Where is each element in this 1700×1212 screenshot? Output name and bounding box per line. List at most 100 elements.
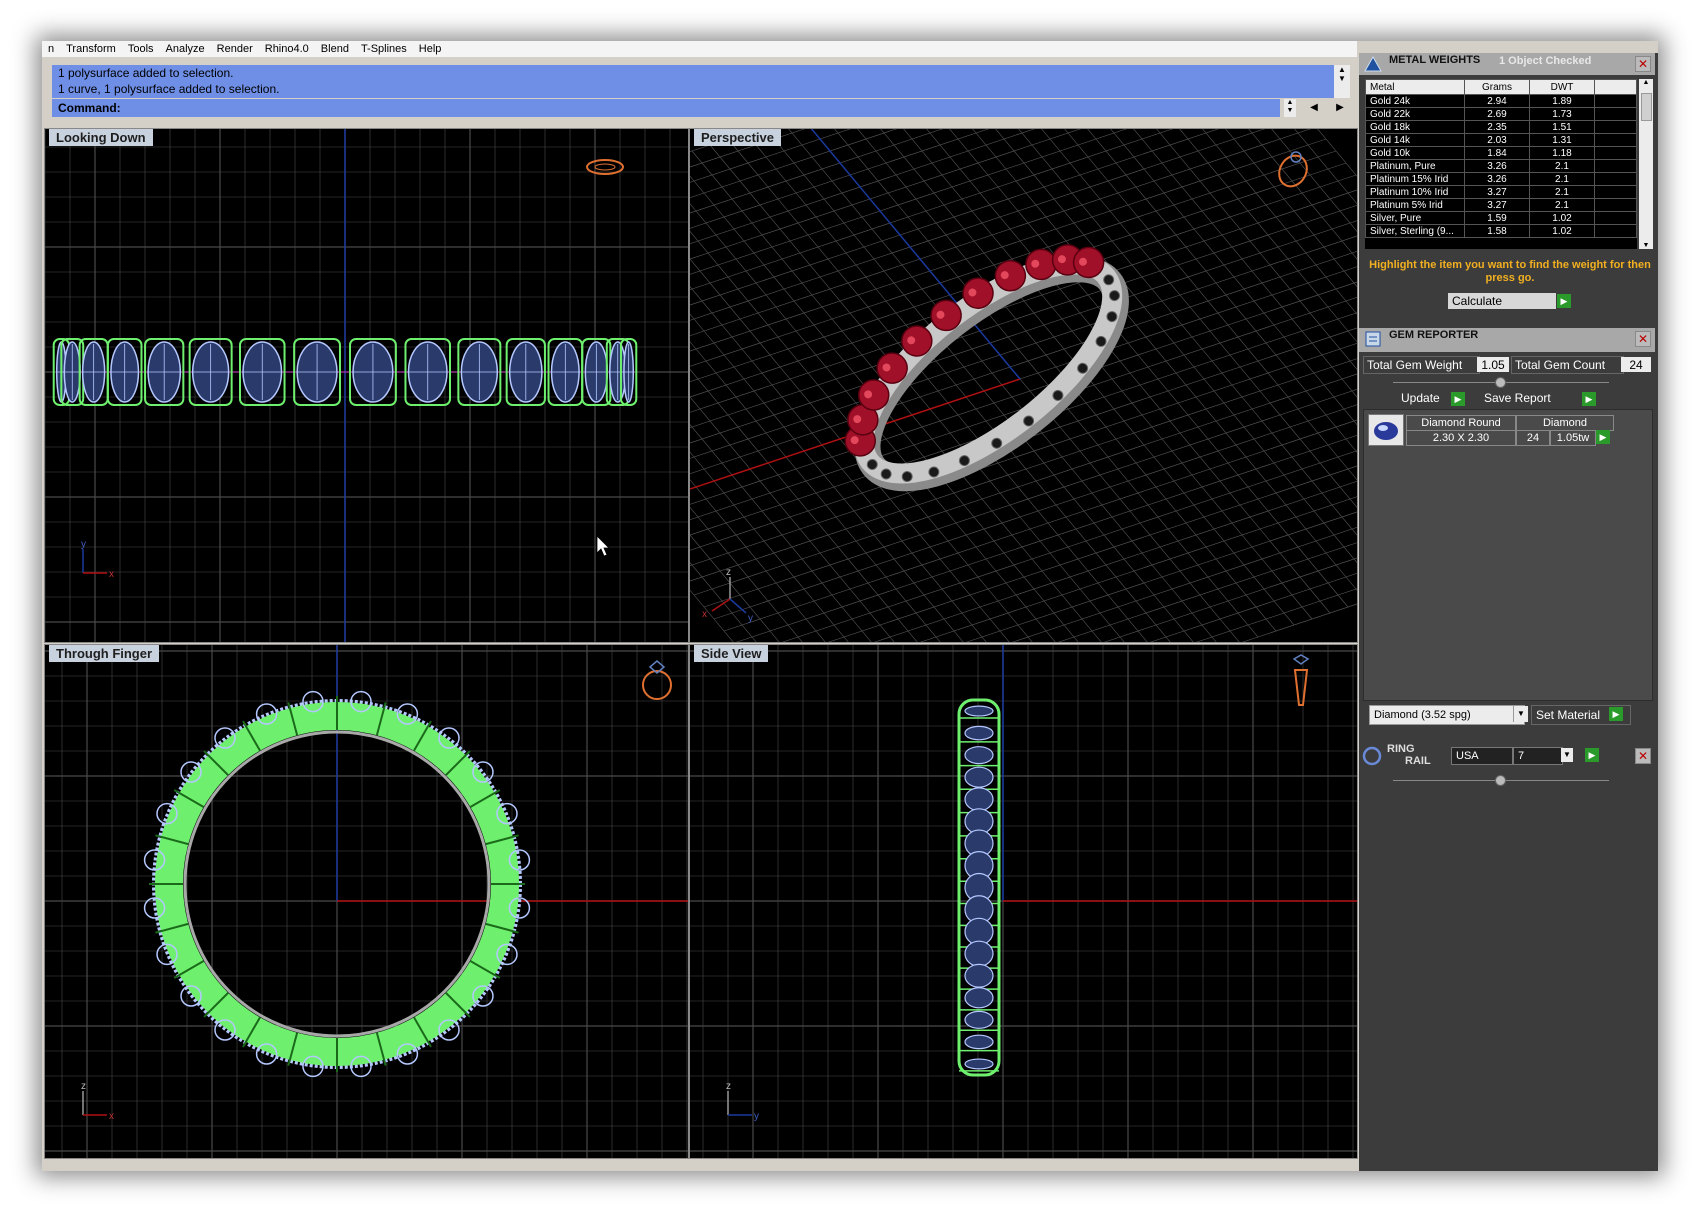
grid-line [703, 389, 1357, 608]
viewport-side-view[interactable]: z y Side View [689, 644, 1358, 1159]
cell-grams: 2.03 [1464, 133, 1530, 147]
metal-table-scrollbar[interactable]: ▲ ▼ [1639, 79, 1653, 249]
save-report-button-label[interactable]: Save Report [1484, 391, 1551, 405]
menu-item-blend[interactable]: Blend [315, 43, 355, 55]
calculate-go-button[interactable]: ▶ [1557, 294, 1571, 308]
cell-metal: Platinum 10% Irid [1365, 185, 1465, 199]
previous-command-icon[interactable]: ◀ [1304, 99, 1324, 117]
cell-blank [1594, 120, 1637, 134]
close-icon[interactable]: ✕ [1635, 56, 1651, 72]
grid-line [690, 589, 734, 642]
grid-line [1087, 129, 1357, 453]
menu-item-analyze[interactable]: Analyze [160, 43, 211, 55]
viewport-looking-down[interactable]: y x Looking Down [44, 128, 689, 643]
grid-line [713, 404, 1357, 620]
table-row[interactable]: Platinum 5% Irid 3.27 2.1 [1365, 198, 1637, 212]
chevron-down-icon[interactable]: ▼ [1513, 706, 1528, 722]
menu-item-help[interactable]: Help [413, 43, 448, 55]
splitter-handle-icon[interactable] [1495, 775, 1506, 786]
command-label: Command: [58, 101, 121, 115]
cell-blank [1594, 133, 1637, 147]
close-icon[interactable]: ✕ [1635, 331, 1651, 347]
cell-dwt: 1.73 [1529, 107, 1595, 121]
scroll-up-icon[interactable]: ▲ [1639, 79, 1653, 86]
gem-stone [964, 787, 994, 812]
menu-item-tsplines[interactable]: T-Splines [355, 43, 413, 55]
table-row[interactable]: Gold 18k 2.35 1.51 [1365, 120, 1637, 134]
set-material-go-button[interactable]: ▶ [1609, 707, 1623, 721]
cell-dwt: 1.18 [1529, 146, 1595, 160]
chevron-down-icon[interactable]: ▼ [1561, 748, 1573, 762]
metal-weights-hint: Highlight the item you want to find the … [1369, 259, 1651, 284]
cell-grams: 3.26 [1464, 172, 1530, 186]
scroll-thumb[interactable] [1641, 93, 1652, 121]
viewport-through-finger[interactable]: z x Through Finger [44, 644, 689, 1159]
cell-metal: Platinum 15% Irid [1365, 172, 1465, 186]
axis-label-x: x [109, 569, 114, 580]
menu-item-tools[interactable]: Tools [122, 43, 160, 55]
scale-icon [1364, 55, 1382, 72]
gem-list-item[interactable]: Diamond Round Diamond 2.30 X 2.30 24 1.0… [1368, 414, 1628, 446]
history-scrollbar[interactable]: ▲ ▼ [1334, 65, 1350, 98]
grid-line [949, 129, 1349, 608]
objects-checked-status: 1 Object Checked [1499, 55, 1592, 67]
gem-stone [964, 987, 994, 1009]
close-icon[interactable]: ✕ [1635, 748, 1651, 764]
command-prompt[interactable]: Command: [52, 99, 1280, 117]
next-command-icon[interactable]: ▶ [1330, 99, 1350, 117]
cell-grams: 2.94 [1464, 94, 1530, 108]
cell-blank [1594, 211, 1637, 225]
grid-line [690, 358, 1357, 582]
viewport-perspective[interactable]: z x y Perspective [689, 128, 1358, 643]
material-select[interactable]: Diamond (3.52 spg) [1369, 705, 1525, 725]
command-spinner[interactable]: ▲ ▼ [1284, 99, 1296, 117]
menu-item-transform[interactable]: Transform [60, 43, 122, 55]
splitter-handle-icon[interactable] [1495, 377, 1506, 388]
update-go-button[interactable]: ▶ [1451, 392, 1465, 406]
menu-item-rhino[interactable]: Rhino4.0 [259, 43, 315, 55]
table-row[interactable]: Gold 22k 2.69 1.73 [1365, 107, 1637, 121]
ring-size-value[interactable]: 7 [1513, 747, 1563, 765]
table-row[interactable]: Platinum 15% Irid 3.26 2.1 [1365, 172, 1637, 186]
menu-item-render[interactable]: Render [211, 43, 259, 55]
gem-quantity: 24 [1516, 430, 1550, 446]
cell-grams: 1.58 [1464, 224, 1530, 238]
viewport-title[interactable]: Looking Down [49, 129, 153, 146]
viewport-title[interactable]: Perspective [694, 129, 781, 146]
column-header-dwt[interactable]: DWT [1529, 79, 1595, 95]
axis-gnomon: z y [726, 1081, 759, 1122]
plugin-side-panel: METAL WEIGHTS 1 Object Checked ✕ Metal G… [1359, 53, 1658, 1171]
cell-dwt: 2.1 [1529, 172, 1595, 186]
menu-item-partial[interactable]: n [42, 43, 60, 55]
axis-label-x: x [109, 1111, 114, 1122]
calculate-field[interactable]: Calculate [1448, 293, 1556, 309]
table-row[interactable]: Platinum, Pure 3.26 2.1 [1365, 159, 1637, 173]
table-row[interactable]: Silver, Pure 1.59 1.02 [1365, 211, 1637, 225]
viewport-title[interactable]: Through Finger [49, 645, 160, 662]
table-row[interactable]: Silver, Sterling (9... 1.58 1.02 [1365, 224, 1637, 238]
gem-stone [964, 963, 994, 988]
cell-dwt: 2.1 [1529, 185, 1595, 199]
update-button-label[interactable]: Update [1401, 391, 1440, 405]
table-row[interactable]: Platinum 10% Irid 3.27 2.1 [1365, 185, 1637, 199]
cell-metal: Platinum 5% Irid [1365, 198, 1465, 212]
viewport-title[interactable]: Side View [694, 645, 769, 662]
table-row[interactable]: Gold 14k 2.03 1.31 [1365, 133, 1637, 147]
gem-item-go-button[interactable]: ▶ [1596, 430, 1610, 444]
history-line: 1 curve, 1 polysurface added to selectio… [58, 82, 280, 96]
gem-report-icon [1365, 331, 1381, 347]
table-row[interactable]: Gold 24k 2.94 1.89 [1365, 94, 1637, 108]
table-row[interactable]: Gold 10k 1.84 1.18 [1365, 146, 1637, 160]
scroll-down-icon[interactable]: ▼ [1639, 242, 1653, 249]
cell-dwt: 1.31 [1529, 133, 1595, 147]
gem-reporter-header: GEM REPORTER ✕ [1359, 328, 1655, 352]
ring-rail-go-button[interactable]: ▶ [1585, 748, 1599, 762]
column-header-grams[interactable]: Grams [1464, 79, 1530, 95]
column-header-metal[interactable]: Metal [1365, 79, 1465, 95]
cell-grams: 3.27 [1464, 185, 1530, 199]
ring-size-standard[interactable]: USA [1451, 747, 1513, 765]
cell-grams: 1.84 [1464, 146, 1530, 160]
cell-metal: Gold 24k [1365, 94, 1465, 108]
save-report-go-button[interactable]: ▶ [1582, 392, 1596, 406]
cell-blank [1594, 185, 1637, 199]
